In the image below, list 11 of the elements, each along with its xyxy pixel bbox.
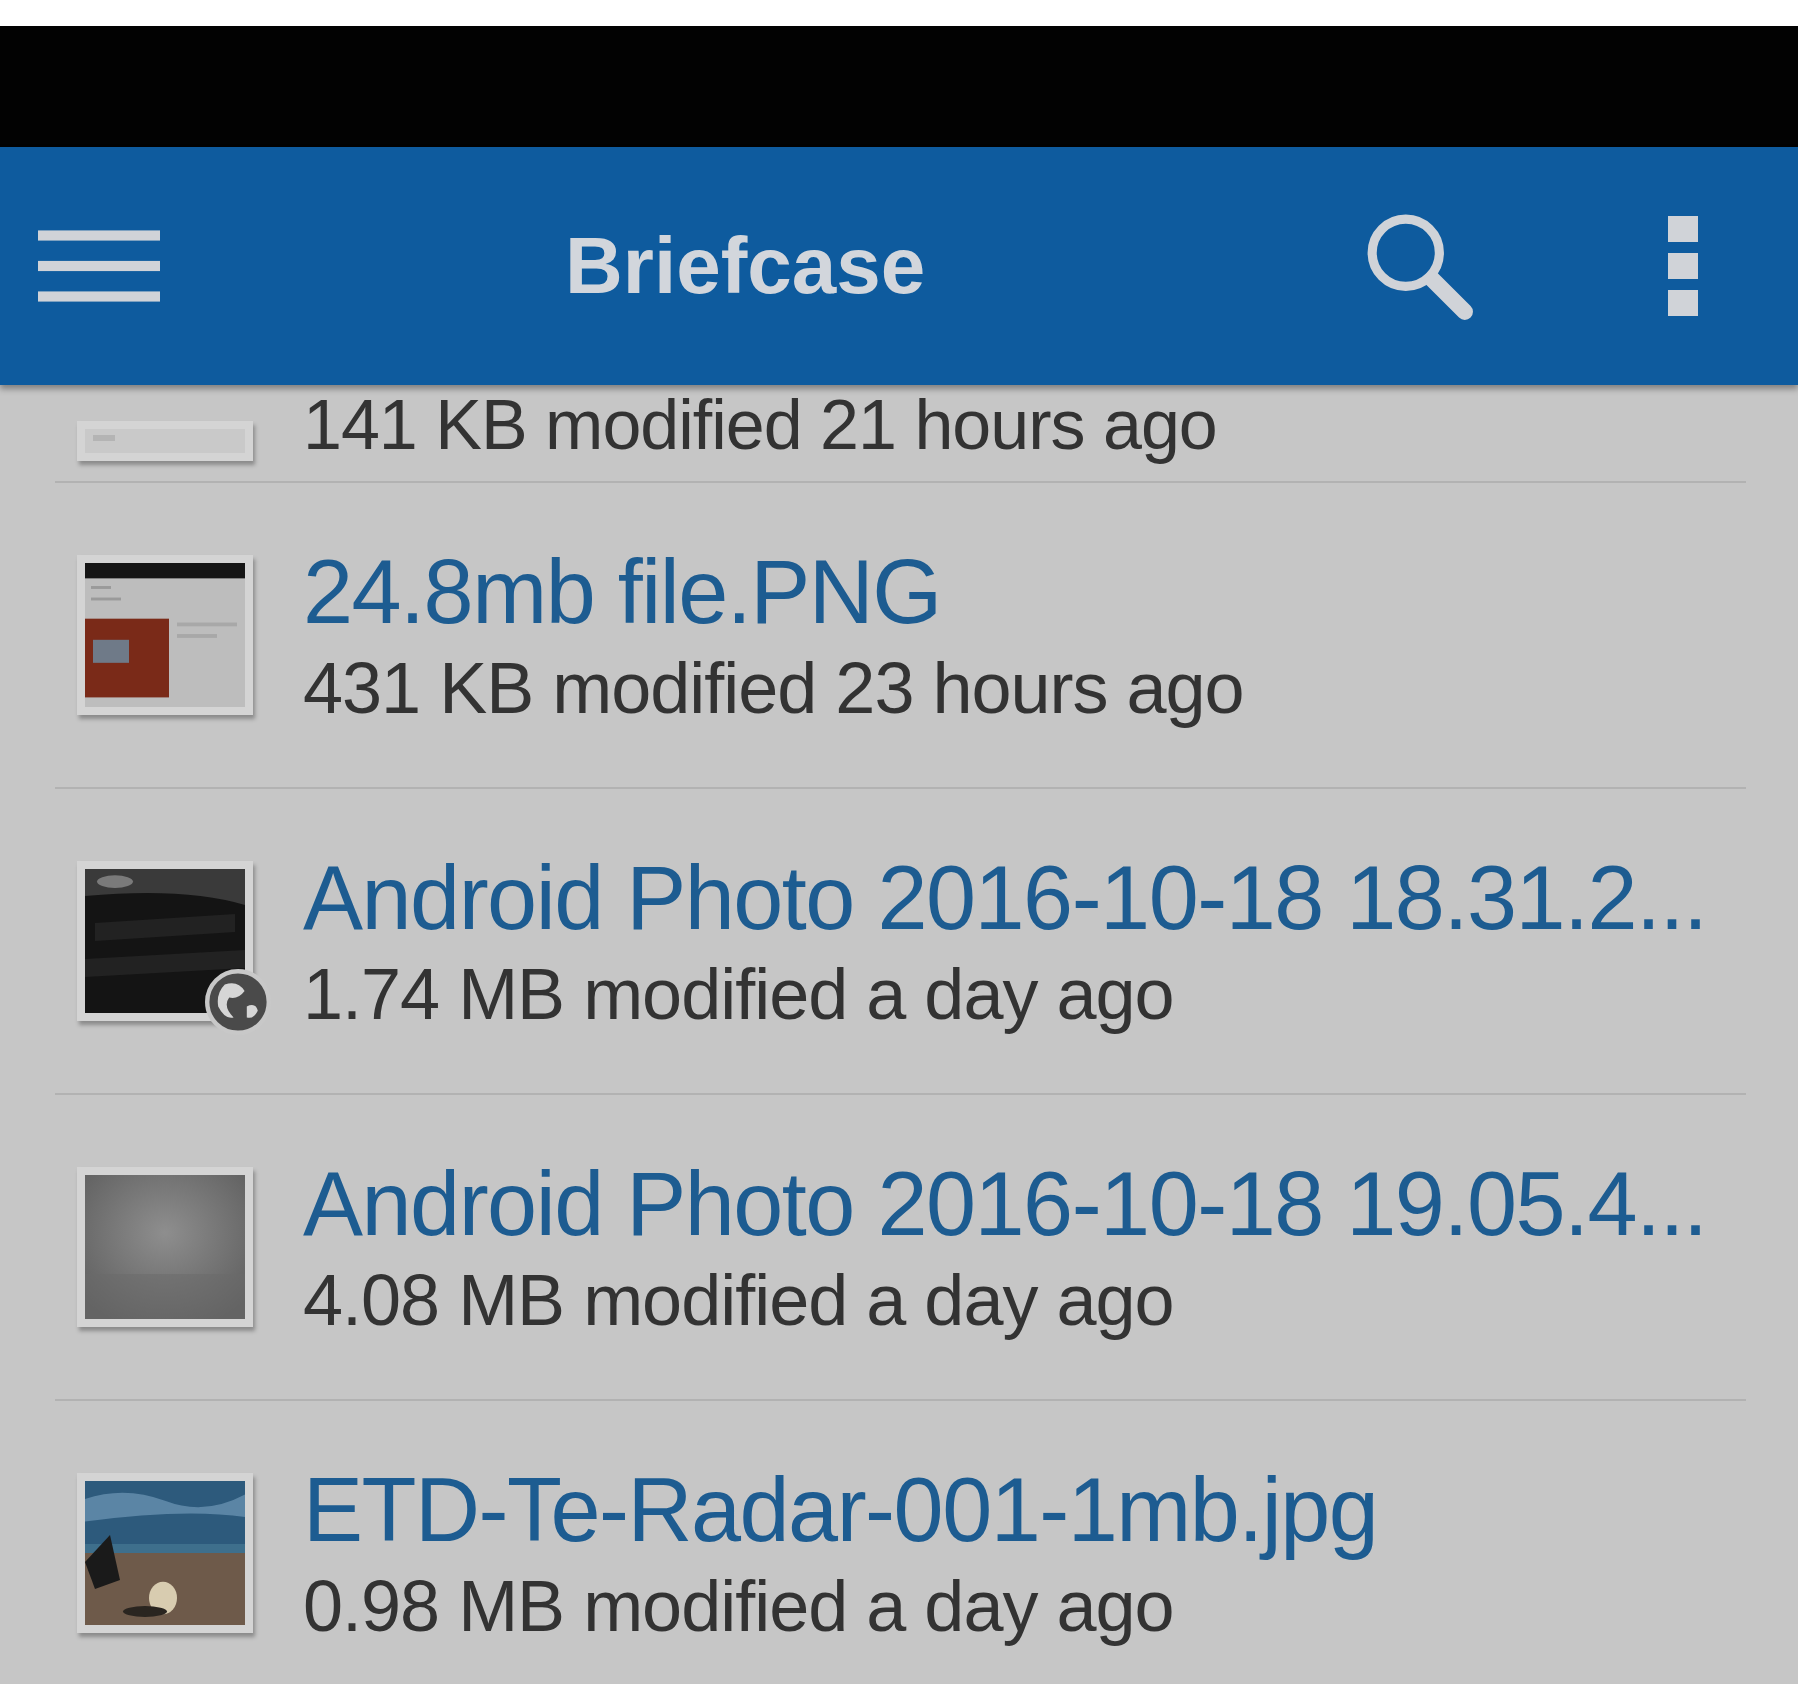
file-details: 0.98 MB modified a day ago [303, 1566, 1175, 1646]
app-title: Briefcase [565, 220, 926, 312]
file-name[interactable]: Android Photo 2016-10-18 18.31.2... [303, 848, 1707, 948]
menu-icon[interactable] [38, 228, 160, 304]
file-details: 1.74 MB modified a day ago [303, 954, 1175, 1034]
file-details: 4.08 MB modified a day ago [303, 1260, 1175, 1340]
file-name[interactable]: ETD-Te-Radar-001-1mb.jpg [303, 1460, 1378, 1560]
more-icon[interactable] [1668, 216, 1698, 316]
file-details: 431 KB modified 23 hours ago [303, 648, 1244, 728]
file-name[interactable]: 24.8mb file.PNG [303, 542, 1244, 642]
file-name[interactable]: Android Photo 2016-10-18 19.05.4... [303, 1154, 1707, 1254]
